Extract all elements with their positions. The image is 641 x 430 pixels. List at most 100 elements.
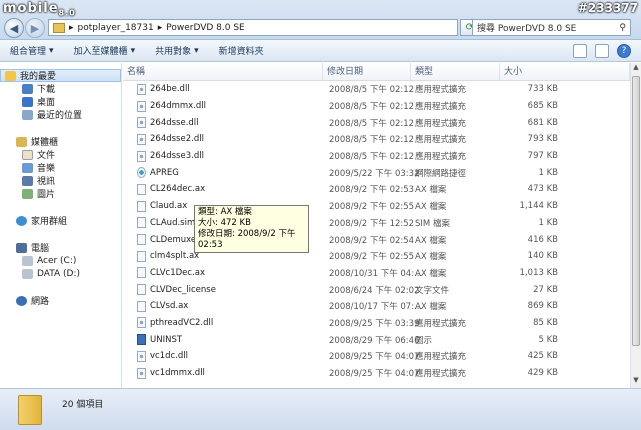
file-size: 1,144 KB: [519, 201, 558, 212]
nav-music[interactable]: 音樂: [0, 161, 121, 174]
pictures-icon: [22, 188, 33, 199]
file-type: AX 檔案: [415, 302, 447, 313]
star-icon: [5, 70, 16, 81]
file-type: 圖示: [415, 335, 433, 346]
column-header-size[interactable]: 大小: [500, 63, 630, 80]
file-name: Claud.ax: [150, 201, 188, 212]
nav-favorites[interactable]: 我的最愛: [0, 69, 121, 82]
nav-drive-d[interactable]: DATA (D:): [0, 267, 121, 280]
chevron-down-icon: ▾: [130, 45, 136, 56]
file-name-cell: vc1dmmx.dll: [123, 367, 323, 379]
watermark-id: #233377: [577, 1, 638, 15]
file-row[interactable]: 264dmmx.dll 2008/8/5 下午 02:12 應用程式擴充 685 KB: [123, 98, 630, 115]
file-name: 264dsse3.dll: [150, 151, 204, 162]
file-row[interactable]: CL264dec.ax 2008/9/2 下午 02:53 AX 檔案 473 KB: [123, 181, 630, 198]
breadcrumb-item[interactable]: potplayer_18731: [78, 23, 154, 33]
file-row[interactable]: vc1dc.dll 2008/9/25 下午 04:07 應用程式擴充 425 KB: [123, 348, 630, 365]
network-icon: [16, 295, 27, 306]
tooltip-type: 類型: AX 檔案: [198, 207, 252, 217]
file-row[interactable]: vc1dmmx.dll 2008/9/25 下午 04:07 應用程式擴充 429 K…: [123, 365, 630, 382]
nav-recent[interactable]: 最近的位置: [0, 108, 121, 121]
file-date: 2008/8/5 下午 02:12: [329, 118, 415, 129]
nav-homegroup[interactable]: 家用群組: [0, 214, 121, 227]
file-row[interactable]: 264dsse2.dll 2008/8/5 下午 02:12 應用程式擴充 793 K…: [123, 131, 630, 148]
forward-button[interactable]: ▶: [25, 18, 45, 38]
breadcrumb-item[interactable]: PowerDVD 8.0 SE: [166, 23, 245, 33]
file-name-cell: vc1dc.dll: [123, 350, 323, 362]
file-row[interactable]: 264be.dll 2008/8/5 下午 02:12 應用程式擴充 733 KB: [123, 81, 630, 98]
view-options-icon[interactable]: [573, 44, 587, 58]
nav-pictures[interactable]: 圖片: [0, 187, 121, 200]
homegroup-icon: [16, 215, 27, 226]
nav-computer[interactable]: 電腦: [0, 241, 121, 254]
file-row[interactable]: 264dsse3.dll 2008/8/5 下午 02:12 應用程式擴充 797 K…: [123, 148, 630, 165]
file-date: 2008/8/5 下午 02:12: [329, 102, 415, 113]
file-type: AX 檔案: [415, 252, 447, 263]
file-name-cell: APREG: [123, 167, 323, 179]
add-to-library-button[interactable]: 加入至媒體櫃 ▾: [74, 44, 136, 58]
file-size: 793 KB: [527, 134, 558, 145]
nav-documents[interactable]: 文件: [0, 148, 121, 161]
file-tooltip: 類型: AX 檔案 大小: 472 KB 修改日期: 2008/9/2 下午 0…: [194, 205, 309, 253]
scroll-up-icon[interactable]: ▲: [631, 63, 641, 75]
nav-downloads[interactable]: 下載: [0, 82, 121, 95]
breadcrumb-separator-icon: ▸: [69, 22, 74, 33]
file-size: 1,013 KB: [519, 267, 558, 278]
file-row[interactable]: CLVc1Dec.ax 2008/10/31 下午 04:... AX 檔案 1,01…: [123, 265, 630, 282]
nav-drive-c[interactable]: Acer (C:): [0, 254, 121, 267]
vertical-scrollbar[interactable]: ▲ ▼: [630, 63, 641, 388]
file-row[interactable]: CLVDec_license 2008/6/24 下午 02:02 文字文件 27 K…: [123, 281, 630, 298]
file-size: 869 KB: [527, 301, 558, 312]
file-row[interactable]: APREG 2009/5/22 下午 03:32 網際網路捷徑 1 KB: [123, 164, 630, 181]
item-count: 20 個項目: [62, 400, 104, 410]
column-header-type[interactable]: 類型: [411, 63, 500, 80]
file-type: SIM 檔案: [415, 218, 450, 229]
file-date: 2008/10/31 下午 04:...: [329, 268, 423, 279]
nav-videos[interactable]: 視訊: [0, 174, 121, 187]
file-size: 27 KB: [533, 284, 558, 295]
column-header-name[interactable]: 名稱: [123, 63, 323, 80]
reg-file-icon: [137, 167, 146, 179]
file-row[interactable]: CLVsd.ax 2008/10/17 下午 07:... AX 檔案 869 KB: [123, 298, 630, 315]
file-name-cell: 264dsse.dll: [123, 117, 323, 129]
library-icon: [16, 136, 27, 147]
share-button[interactable]: 共用對象 ▾: [155, 44, 199, 58]
nav-network[interactable]: 網路: [0, 294, 121, 307]
nav-desktop[interactable]: 桌面: [0, 95, 121, 108]
file-name: CL264dec.ax: [150, 184, 206, 195]
preview-pane-icon[interactable]: [595, 44, 609, 58]
file-type: AX 檔案: [415, 185, 447, 196]
scroll-down-icon[interactable]: ▼: [631, 376, 641, 388]
gear-file-icon: [137, 350, 146, 362]
file-name: CLVsd.ax: [150, 301, 189, 312]
organize-button[interactable]: 組合管理 ▾: [10, 44, 54, 58]
gear-file-icon: [137, 317, 146, 329]
file-name: 264be.dll: [150, 84, 190, 95]
help-icon[interactable]: ?: [617, 44, 631, 58]
file-file-icon: [137, 267, 146, 279]
search-icon: ⚲: [619, 22, 626, 33]
back-button[interactable]: ◀: [4, 18, 24, 38]
file-name-cell: UNINST: [123, 334, 323, 346]
file-row[interactable]: 264dsse.dll 2008/8/5 下午 02:12 應用程式擴充 681 KB: [123, 114, 630, 131]
file-type: AX 檔案: [415, 268, 447, 279]
file-file-icon: [137, 284, 146, 296]
new-folder-button[interactable]: 新增資料夾: [219, 44, 264, 57]
file-row[interactable]: UNINST 2008/8/29 下午 06:46 圖示 5 KB: [123, 331, 630, 348]
file-name: clm4splt.ax: [150, 251, 200, 262]
file-date: 2008/9/2 下午 12:52: [329, 218, 415, 229]
address-input[interactable]: ▸ potplayer_18731 ▸ PowerDVD 8.0 SE: [48, 19, 458, 36]
search-input[interactable]: 搜尋 PowerDVD 8.0 SE ⚲: [472, 19, 631, 36]
nav-libraries[interactable]: 媒體櫃: [0, 135, 121, 148]
file-name: vc1dmmx.dll: [150, 368, 205, 379]
file-name: APREG: [150, 167, 179, 178]
file-size: 5 KB: [538, 334, 558, 345]
scroll-thumb[interactable]: [632, 76, 640, 346]
file-row[interactable]: pthreadVC2.dll 2008/9/25 下午 03:39 應用程式擴充 85…: [123, 315, 630, 332]
file-name-cell: CLVc1Dec.ax: [123, 267, 323, 279]
file-file-icon: [137, 250, 146, 262]
file-size: 1 KB: [538, 217, 558, 228]
file-date: 2008/10/17 下午 07:...: [329, 302, 423, 313]
file-size: 681 KB: [527, 117, 558, 128]
column-header-date[interactable]: 修改日期: [323, 63, 411, 80]
